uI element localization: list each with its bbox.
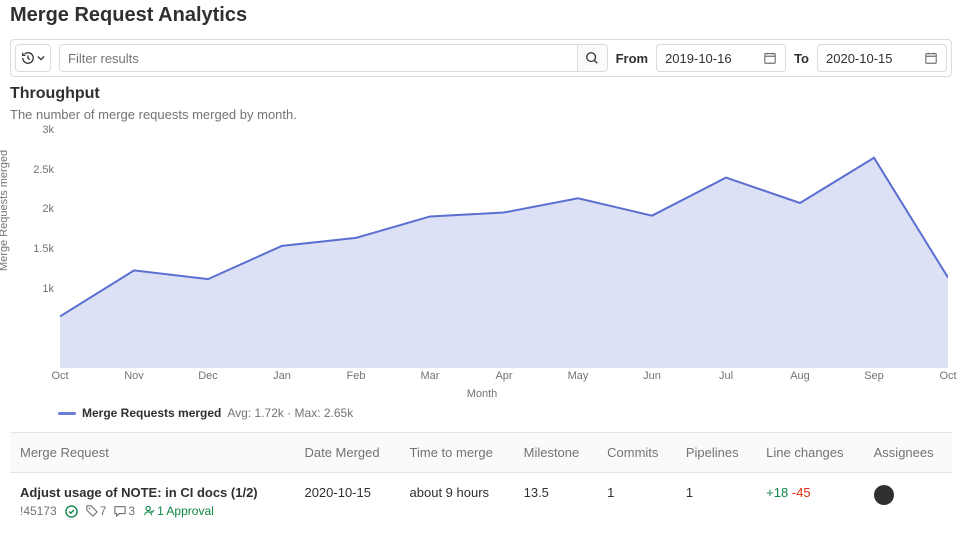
chart-xticks: OctNovDecJanFebMarAprMayJunJulAugSepOct: [60, 370, 948, 384]
from-date-input[interactable]: 2019-10-16: [656, 44, 786, 72]
throughput-chart: Merge Requests merged 3k2.5k2k1.5k1k Oct…: [12, 130, 952, 400]
table-header: Merge Request: [10, 433, 294, 473]
approval-icon: [143, 505, 155, 517]
chart-yticks: 3k2.5k2k1.5k1k: [30, 130, 58, 368]
date-merged-cell: 2020-10-15: [294, 473, 399, 531]
xtick: Jul: [719, 370, 733, 382]
ytick: 3k: [42, 124, 54, 136]
throughput-subtitle: The number of merge requests merged by m…: [10, 107, 952, 122]
deletions: -45: [792, 485, 811, 500]
xtick: Feb: [347, 370, 366, 382]
chart-xlabel: Month: [467, 388, 498, 400]
chart-legend: Merge Requests merged Avg: 1.72k · Max: …: [58, 406, 952, 420]
search-button[interactable]: [577, 45, 607, 71]
calendar-icon: [924, 51, 938, 65]
xtick: Oct: [939, 370, 956, 382]
table-header: Commits: [597, 433, 676, 473]
table-header: Line changes: [756, 433, 863, 473]
to-date-input[interactable]: 2020-10-15: [817, 44, 947, 72]
milestone-cell: 13.5: [514, 473, 598, 531]
history-icon: [21, 51, 35, 65]
xtick: Nov: [124, 370, 144, 382]
table-header: Milestone: [514, 433, 598, 473]
ytick: 2.5k: [33, 164, 54, 176]
commits-cell: 1: [597, 473, 676, 531]
calendar-icon: [763, 51, 777, 65]
pipeline-status-icon: [65, 505, 78, 518]
mr-cell: Adjust usage of NOTE: in CI docs (1/2) !…: [10, 473, 294, 531]
avatar[interactable]: [874, 485, 894, 505]
table-header: Date Merged: [294, 433, 399, 473]
from-label: From: [616, 51, 649, 66]
xtick: Aug: [790, 370, 810, 382]
pipelines-cell: 1: [676, 473, 756, 531]
mr-title[interactable]: Adjust usage of NOTE: in CI docs (1/2): [20, 485, 284, 500]
from-date-value: 2019-10-16: [665, 51, 732, 66]
xtick: Dec: [198, 370, 218, 382]
ytick: 1k: [42, 283, 54, 295]
xtick: Jan: [273, 370, 291, 382]
table-body: Adjust usage of NOTE: in CI docs (1/2) !…: [10, 473, 952, 531]
legend-series-name: Merge Requests merged: [82, 406, 221, 420]
ytick: 1.5k: [33, 243, 54, 255]
xtick: Apr: [495, 370, 512, 382]
ytick: 2k: [42, 203, 54, 215]
approval-badge: 1 Approval: [143, 504, 214, 518]
mr-id[interactable]: !45173: [20, 504, 57, 518]
chart-svg: [60, 130, 948, 368]
to-label: To: [794, 51, 809, 66]
additions: +18: [766, 485, 788, 500]
labels-count[interactable]: 7: [86, 504, 107, 518]
xtick: Jun: [643, 370, 661, 382]
history-button[interactable]: [15, 44, 51, 72]
time-to-merge-cell: about 9 hours: [400, 473, 514, 531]
chevron-down-icon: [37, 54, 45, 62]
table-header: Pipelines: [676, 433, 756, 473]
table-row[interactable]: Adjust usage of NOTE: in CI docs (1/2) !…: [10, 473, 952, 531]
comments-count[interactable]: 3: [114, 504, 135, 518]
to-date-value: 2020-10-15: [826, 51, 893, 66]
page-title: Merge Request Analytics: [10, 4, 952, 27]
mr-table: Merge RequestDate MergedTime to mergeMil…: [10, 432, 952, 530]
xtick: Oct: [51, 370, 68, 382]
chart-plot-area: [60, 130, 948, 368]
search-icon: [585, 51, 599, 65]
mr-meta: !45173 7 3 1 Approval: [20, 504, 284, 518]
throughput-heading: Throughput: [10, 85, 952, 103]
comment-icon: [114, 505, 126, 517]
assignees-cell: [864, 473, 952, 531]
line-changes-cell: +18 -45: [756, 473, 863, 531]
filter-input[interactable]: [60, 45, 577, 71]
filter-bar: From 2019-10-16 To 2020-10-15: [10, 39, 952, 77]
table-header: Assignees: [864, 433, 952, 473]
table-header-row: Merge RequestDate MergedTime to mergeMil…: [10, 433, 952, 473]
legend-swatch: [58, 412, 76, 415]
xtick: Sep: [864, 370, 884, 382]
table-header: Time to merge: [400, 433, 514, 473]
tag-icon: [86, 505, 98, 517]
xtick: Mar: [421, 370, 440, 382]
legend-stats: Avg: 1.72k · Max: 2.65k: [227, 406, 353, 420]
xtick: May: [568, 370, 589, 382]
filter-input-wrap: [59, 44, 608, 72]
